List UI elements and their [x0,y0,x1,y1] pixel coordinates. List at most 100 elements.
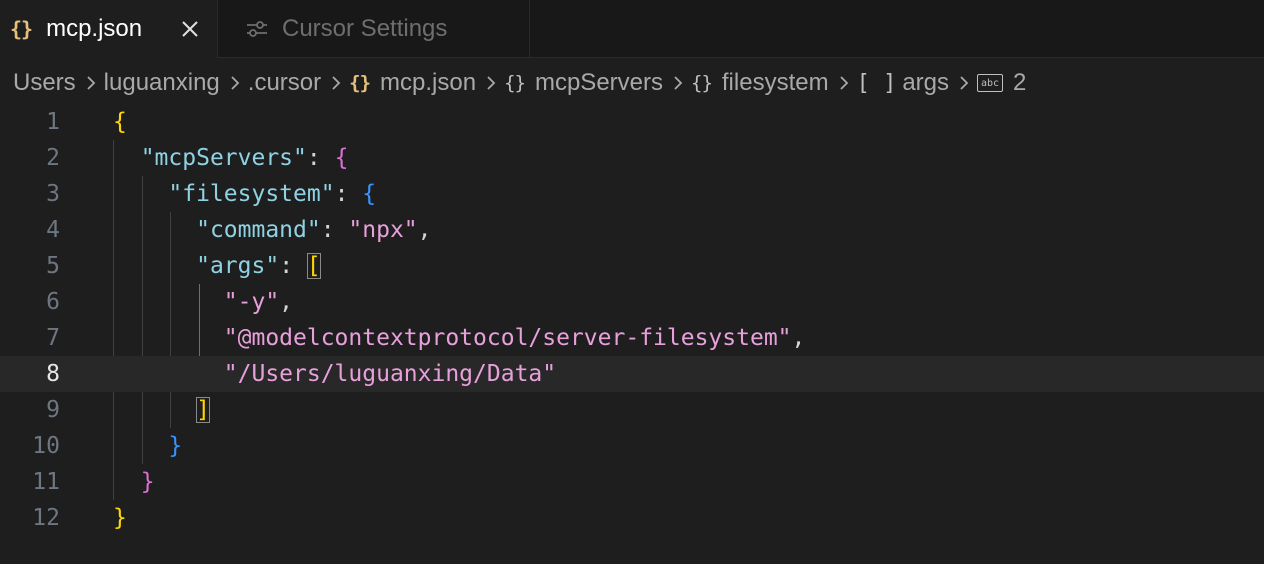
code-line[interactable]: 1{ [0,104,1264,140]
line-number: 5 [46,253,60,279]
breadcrumb-label: mcpServers [534,69,663,96]
tab-cursor-settings[interactable]: Cursor Settings [218,0,530,58]
code-line[interactable]: 2 "mcpServers": { [0,140,1264,176]
line-code: "mcpServers": { [113,140,349,176]
tab-mcp-json[interactable]: {} mcp.json [0,0,218,58]
json-string: "@modelcontextprotocol/server-filesystem… [223,325,792,351]
json-key: "mcpServers" [140,145,307,171]
breadcrumb-item-luguanxing[interactable]: luguanxing [104,69,220,97]
line-code: } [113,428,182,464]
code-line[interactable]: 5 "args": [ [0,248,1264,284]
chevron-right-icon [485,74,497,92]
line-code: ] [113,392,210,428]
line-code: "args": [ [113,248,321,284]
tab-bar: {} mcp.json Cursor Settings [0,0,1264,58]
json-braces-icon: {} [10,17,33,41]
code-token: : [279,253,307,279]
code-line[interactable]: 7 "@modelcontextprotocol/server-filesyst… [0,320,1264,356]
json-string: "/Users/luguanxing/Data" [223,361,557,387]
chevron-right-icon [672,74,684,92]
chevron-right-icon [838,74,850,92]
breadcrumb-item-2[interactable]: abc 2 [977,69,1026,97]
line-number: 4 [46,217,60,243]
bracket: { [113,109,127,135]
line-number: 3 [46,181,60,207]
code-line[interactable]: 12} [0,500,1264,536]
string-abc-icon: abc [977,74,1004,92]
json-braces-icon: {} [349,72,371,94]
breadcrumb-label: mcp.json [380,69,477,96]
breadcrumb-label: args [902,69,950,96]
chevron-right-icon [85,74,97,92]
bracket: } [140,469,155,495]
code-token: , [417,217,432,243]
breadcrumb-item-mcpservers[interactable]: {} mcpServers [504,69,663,97]
line-number: 9 [46,397,60,423]
json-key: "filesystem" [168,181,335,207]
line-code: "-y", [113,284,293,320]
bracket: { [362,181,377,207]
code-token: : [320,217,349,243]
object-braces-icon: {} [691,72,713,94]
breadcrumb-item-args[interactable]: [ ] args [857,69,949,97]
chevron-right-icon [330,74,342,92]
json-string: "npx" [348,217,418,243]
line-code: { [113,104,127,140]
code-line[interactable]: 4 "command": "npx", [0,212,1264,248]
code-editor[interactable]: 1{2 "mcpServers": {3 "filesystem": {4 "c… [0,104,1264,564]
line-code: "@modelcontextprotocol/server-filesystem… [113,320,806,356]
code-line[interactable]: 6 "-y", [0,284,1264,320]
code-token: , [791,325,806,351]
tab-label: Cursor Settings [282,15,448,42]
editor-lines: 1{2 "mcpServers": {3 "filesystem": {4 "c… [0,104,1264,536]
code-line[interactable]: 3 "filesystem": { [0,176,1264,212]
line-code: "/Users/luguanxing/Data" [113,356,556,392]
line-number: 2 [46,145,60,171]
bracket: } [113,505,127,531]
breadcrumb-item-cursor[interactable]: .cursor [248,69,321,97]
line-code: "filesystem": { [113,176,376,212]
array-brackets-icon: [ ] [856,70,897,96]
settings-sliders-icon [246,19,268,39]
breadcrumb-item-mcp-json[interactable]: {} mcp.json [349,69,476,97]
chevron-right-icon [958,74,970,92]
object-braces-icon: {} [504,72,526,94]
breadcrumb-label: .cursor [247,69,322,96]
breadcrumb: Users luguanxing .cursor {} mcp.json {} … [13,63,1026,103]
bracket: } [168,433,183,459]
json-string: "-y" [223,289,280,315]
line-number: 7 [46,325,60,351]
line-number: 11 [32,469,60,495]
breadcrumb-label: Users [13,69,76,96]
line-code: "command": "npx", [113,212,432,248]
code-line[interactable]: 10 } [0,428,1264,464]
code-line[interactable]: 9 ] [0,392,1264,428]
bracket: { [334,145,349,171]
bracket: ] [196,397,210,423]
breadcrumb-item-users[interactable]: Users [13,69,76,97]
code-token: , [279,289,294,315]
breadcrumb-item-filesystem[interactable]: {} filesystem [691,69,829,97]
line-number: 8 [46,361,60,387]
close-icon[interactable] [179,18,201,40]
breadcrumb-label: 2 [1013,69,1027,96]
code-line[interactable]: 8 "/Users/luguanxing/Data" [0,356,1264,392]
line-number: 10 [32,433,60,459]
line-code: } [113,464,155,500]
line-number: 1 [46,109,60,135]
breadcrumb-label: filesystem [721,69,829,96]
breadcrumb-label: luguanxing [103,69,220,96]
line-number: 12 [32,505,60,531]
bracket: [ [306,253,321,279]
tab-label: mcp.json [46,15,143,42]
json-key: "args" [196,253,280,279]
code-line[interactable]: 11 } [0,464,1264,500]
